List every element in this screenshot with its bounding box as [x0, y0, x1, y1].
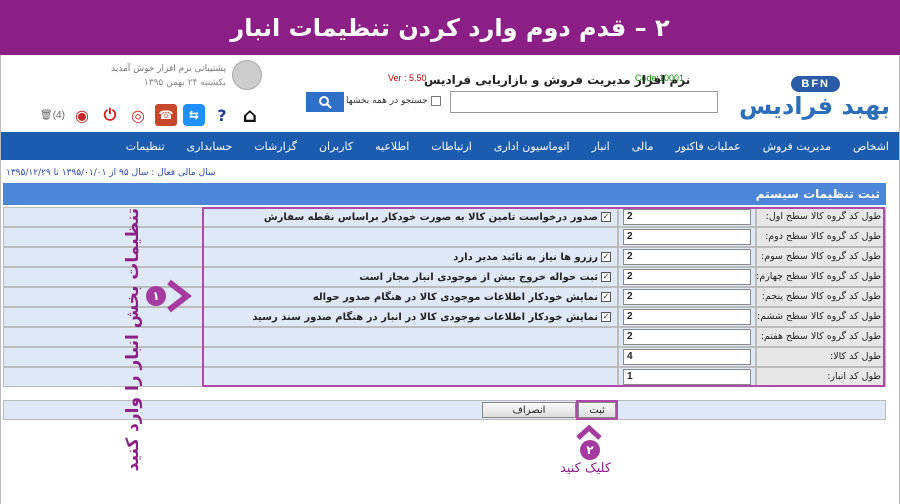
nav-item-reports[interactable]: گزارشات [254, 140, 297, 153]
search-icon [319, 96, 332, 109]
nav-item-financial[interactable]: مالی [632, 140, 654, 153]
nav-item-announcements[interactable]: اطلاعیه [375, 140, 409, 153]
nav-item-office-automation[interactable]: اتوماسیون اداری [494, 140, 570, 153]
main-navigation: اشخاص مدیریت فروش عملیات فاکتور مالی انب… [1, 132, 899, 160]
trash-count: (4) [52, 109, 65, 121]
nav-item-communications[interactable]: ارتباطات [431, 140, 472, 153]
current-date: یکشنبه ۲۴ بهمن ۱۳۹۵ [143, 78, 226, 88]
banner-title: ۲ – قدم دوم وارد کردن تنظیمات انبار [230, 13, 670, 42]
search-button[interactable] [306, 92, 344, 112]
logo-badge: BFN [791, 76, 840, 92]
tutorial-banner: ۲ – قدم دوم وارد کردن تنظیمات انبار [0, 0, 900, 55]
chevron-up-icon [576, 424, 602, 440]
teamviewer-icon[interactable]: ⇆ [182, 104, 205, 126]
search-all-checkbox[interactable] [430, 96, 441, 106]
search-input[interactable] [450, 91, 718, 113]
nav-item-invoice-operations[interactable]: عملیات فاکتور [675, 140, 740, 153]
nav-item-warehouse[interactable]: انبار [592, 140, 610, 153]
step1-badge: ۱ [146, 286, 166, 306]
submit-highlight-box [576, 400, 618, 420]
user-welcome: پشتیبانی نرم افزار خوش آمدید [110, 64, 226, 74]
app-version: Ver : 5.50 [388, 73, 427, 83]
lifebuoy-icon[interactable]: ◎ [127, 104, 149, 126]
phone-book-icon[interactable]: ☎ [154, 104, 177, 126]
search-all-option[interactable]: جستجو در همه بخشها [346, 96, 441, 106]
fiscal-year-info: سال مالی فعال : سال ۹۵ از ۱۳۹۵/۰۱/۰۱ تا … [6, 168, 216, 178]
search-all-label: جستجو در همه بخشها [346, 96, 428, 106]
nav-item-sales-management[interactable]: مدیریت فروش [763, 140, 831, 153]
toolbar-icons: 🗑(4) ◉ ⏻ ◎ ☎ ⇆ ? ⌂ [40, 102, 261, 128]
user-panel: پشتیبانی نرم افزار خوش آمدید یکشنبه ۲۴ ب… [111, 60, 262, 94]
step2-instruction: کلیک کنید [560, 461, 612, 476]
settings-highlight-box [202, 207, 885, 387]
step2-badge: ۲ [580, 440, 600, 460]
nav-item-users[interactable]: کاربران [319, 140, 353, 153]
home-icon[interactable]: ⌂ [239, 103, 261, 127]
nav-item-accounting[interactable]: حسابداری [187, 140, 233, 153]
nav-item-settings[interactable]: تنظیمات [126, 140, 165, 153]
logo-name: بهبد فرادیس [739, 92, 890, 120]
step1-instruction: تنظیمات بخش انبار را وارد کنید [123, 208, 143, 472]
section-title: ثبت تنظیمات سیستم [3, 183, 886, 205]
cancel-button[interactable]: انصراف [482, 402, 576, 418]
fingerprint-icon[interactable]: ◉ [71, 104, 93, 126]
help-icon[interactable]: ? [211, 104, 233, 126]
avatar[interactable] [232, 60, 262, 90]
app-title: نرم افزار مدیریت فروش و بازاریابی فرادیس [424, 73, 691, 87]
company-logo[interactable]: BFN بهبد فرادیس [739, 62, 890, 122]
power-icon[interactable]: ⏻ [99, 104, 121, 126]
nav-item-persons[interactable]: اشخاص [853, 140, 889, 153]
trash-icon[interactable]: 🗑(4) [40, 110, 65, 121]
